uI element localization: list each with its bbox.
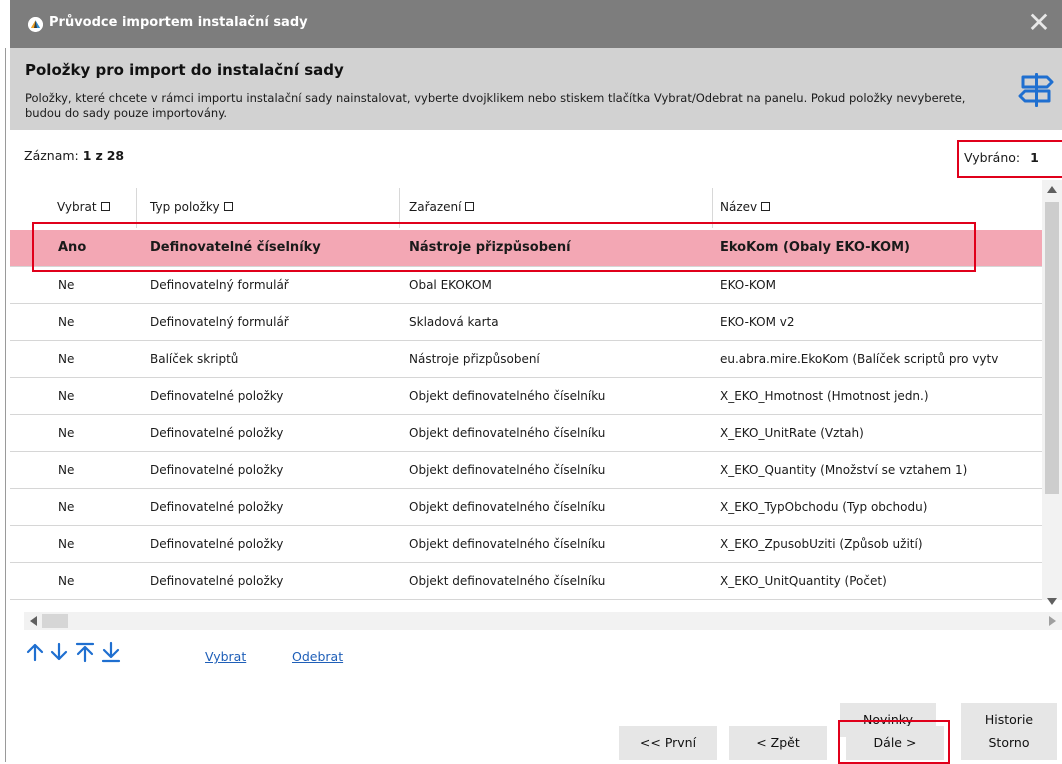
cell-type: Definovatelné položky (150, 463, 284, 477)
cell-category: Objekt definovatelného číselníku (409, 574, 606, 588)
cell-select: Ne (58, 537, 75, 551)
record-of: z (95, 148, 103, 163)
cell-type: Definovatelný formulář (150, 315, 289, 329)
checkbox-icon[interactable] (465, 202, 475, 211)
record-current: 1 (82, 148, 92, 163)
cell-select: Ne (58, 463, 75, 477)
record-label: Záznam: (24, 148, 79, 163)
table-row[interactable]: Ne Definovatelné položky Objekt definova… (10, 563, 1042, 600)
cell-select: Ne (58, 574, 75, 588)
table-row[interactable]: Ano Definovatelné číselníky Nástroje při… (10, 230, 1042, 267)
scroll-thumb[interactable] (42, 614, 68, 628)
record-counter: Záznam: 1 z 28 (24, 148, 124, 163)
cell-select: Ano (58, 240, 87, 255)
cell-category: Objekt definovatelného číselníku (409, 537, 606, 551)
title-bar: Průvodce importem instalační sady ✕ (10, 0, 1062, 48)
table-row[interactable]: Ne Definovatelné položky Objekt definova… (10, 489, 1042, 526)
first-button[interactable]: << První (619, 726, 717, 760)
cell-type: Definovatelné číselníky (150, 240, 321, 255)
vertical-scrollbar[interactable] (1042, 180, 1062, 605)
items-grid[interactable]: Vybrat Typ položky Zařazení Název Ano De… (10, 180, 1042, 600)
scroll-up-icon[interactable] (1047, 186, 1057, 193)
table-row[interactable]: Ne Definovatelné položky Objekt definova… (10, 415, 1042, 452)
column-header-category[interactable]: Zařazení (409, 200, 475, 214)
table-row[interactable]: Ne Definovatelný formulář Obal EKOKOM EK… (10, 267, 1042, 304)
app-logo-icon (28, 17, 43, 32)
cell-select: Ne (58, 389, 75, 403)
scroll-down-icon[interactable] (1047, 598, 1057, 605)
cell-category: Obal EKOKOM (409, 278, 492, 292)
cell-type: Definovatelné položky (150, 426, 284, 440)
signpost-icon (1018, 73, 1054, 107)
cell-name: X_EKO_Hmotnost (Hmotnost jedn.) (720, 389, 929, 403)
move-to-bottom-icon[interactable] (100, 641, 122, 663)
move-up-icon[interactable] (24, 641, 46, 663)
window-left-edge (0, 0, 8, 762)
back-button[interactable]: < Zpět (729, 726, 827, 760)
cell-name: X_EKO_TypObchodu (Typ obchodu) (720, 500, 928, 514)
column-header-type[interactable]: Typ položky (150, 200, 233, 214)
cell-category: Nástroje přizpůsobení (409, 352, 540, 366)
cell-name: EKO-KOM v2 (720, 315, 795, 329)
scroll-thumb[interactable] (1045, 202, 1059, 494)
checkbox-icon[interactable] (761, 202, 771, 211)
cell-type: Definovatelné položky (150, 389, 284, 403)
select-link[interactable]: Vybrat (205, 649, 246, 664)
cell-type: Definovatelný formulář (150, 278, 289, 292)
next-button[interactable]: Dále > (846, 726, 944, 760)
table-row[interactable]: Ne Definovatelné položky Objekt definova… (10, 452, 1042, 489)
selected-value: 1 (1030, 150, 1039, 165)
cell-select: Ne (58, 500, 75, 514)
close-icon[interactable]: ✕ (1022, 6, 1056, 40)
move-down-icon[interactable] (48, 641, 70, 663)
cell-name: X_EKO_UnitRate (Vztah) (720, 426, 864, 440)
wizard-header: Položky pro import do instalační sady Po… (10, 48, 1062, 130)
column-header-name[interactable]: Název (720, 200, 771, 214)
cell-select: Ne (58, 352, 75, 366)
page-title: Položky pro import do instalační sady (25, 61, 344, 79)
cell-type: Definovatelné položky (150, 537, 284, 551)
table-row[interactable]: Ne Definovatelné položky Objekt definova… (10, 378, 1042, 415)
cell-name: EKO-KOM (720, 278, 776, 292)
column-header-select[interactable]: Vybrat (57, 200, 110, 214)
cell-name: EkoKom (Obaly EKO-KOM) (720, 240, 910, 255)
cell-category: Skladová karta (409, 315, 499, 329)
cell-select: Ne (58, 278, 75, 292)
checkbox-icon[interactable] (100, 202, 110, 211)
cell-type: Definovatelné položky (150, 500, 284, 514)
cell-select: Ne (58, 315, 75, 329)
checkbox-icon[interactable] (223, 202, 233, 211)
record-total: 28 (106, 148, 125, 163)
cell-name: X_EKO_ZpusobUziti (Způsob užití) (720, 537, 923, 551)
scroll-left-icon[interactable] (30, 616, 37, 626)
scroll-right-icon[interactable] (1049, 616, 1056, 626)
table-row[interactable]: Ne Definovatelný formulář Skladová karta… (10, 304, 1042, 341)
cell-category: Objekt definovatelného číselníku (409, 500, 606, 514)
cell-select: Ne (58, 426, 75, 440)
cell-type: Definovatelné položky (150, 574, 284, 588)
cell-name: X_EKO_UnitQuantity (Počet) (720, 574, 887, 588)
grid-header: Vybrat Typ položky Zařazení Název (10, 180, 1042, 230)
cell-name: eu.abra.mire.EkoKom (Balíček scriptů pro… (720, 352, 999, 366)
horizontal-scrollbar[interactable] (24, 612, 1062, 630)
cell-type: Balíček skriptů (150, 352, 239, 366)
move-to-top-icon[interactable] (74, 641, 96, 663)
window-title: Průvodce importem instalační sady (49, 15, 308, 30)
selected-count: Vybráno: 1 (957, 140, 1062, 178)
page-description: Položky, které chcete v rámci importu in… (25, 91, 966, 120)
cell-category: Objekt definovatelného číselníku (409, 463, 606, 477)
selected-label: Vybráno: (964, 150, 1021, 165)
cell-name: X_EKO_Quantity (Množství se vztahem 1) (720, 463, 968, 477)
remove-link[interactable]: Odebrat (292, 649, 343, 664)
cell-category: Nástroje přizpůsobení (409, 240, 571, 255)
table-row[interactable]: Ne Definovatelné položky Objekt definova… (10, 526, 1042, 563)
cancel-button[interactable]: Storno (961, 726, 1057, 760)
cell-category: Objekt definovatelného číselníku (409, 426, 606, 440)
cell-category: Objekt definovatelného číselníku (409, 389, 606, 403)
table-row[interactable]: Ne Balíček skriptů Nástroje přizpůsobení… (10, 341, 1042, 378)
